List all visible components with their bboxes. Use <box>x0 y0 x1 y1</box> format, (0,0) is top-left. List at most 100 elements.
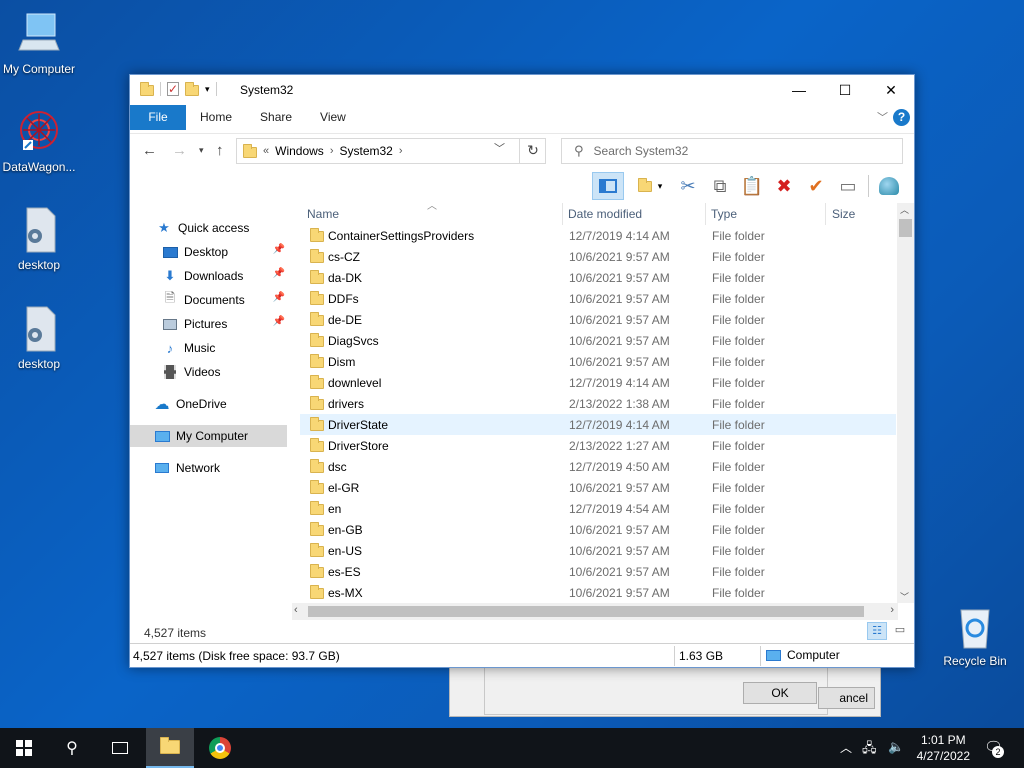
nav-item-documents[interactable]: 🗎 Documents 📌 <box>130 289 287 311</box>
horizontal-scrollbar[interactable]: ‹ › <box>292 603 898 620</box>
table-row[interactable]: es-ES 10/6/2021 9:57 AM File folder <box>300 561 896 582</box>
volume-icon[interactable]: 🔈 <box>888 739 904 768</box>
nav-item-quick-access[interactable]: ★ Quick access <box>130 217 287 239</box>
vertical-scrollbar[interactable]: ︿ ﹀ <box>897 203 914 603</box>
clock[interactable]: 1:01 PM 4/27/2022 <box>917 732 970 764</box>
nav-item-my-computer[interactable]: My Computer <box>130 425 287 447</box>
customize-qat-icon[interactable]: ▾ <box>205 84 210 95</box>
new-folder-icon[interactable] <box>185 82 199 96</box>
cancel-button[interactable]: ancel <box>818 687 875 709</box>
maximize-button[interactable]: ☐ <box>822 75 868 105</box>
help-icon[interactable]: ? <box>893 109 910 126</box>
breadcrumb-system32[interactable]: System32 <box>339 144 392 158</box>
column-divider[interactable] <box>705 203 706 225</box>
table-row[interactable]: el-GR 10/6/2021 9:57 AM File folder <box>300 477 896 498</box>
table-row[interactable]: DriverStore 2/13/2022 1:27 AM File folder <box>300 435 896 456</box>
table-row[interactable]: de-DE 10/6/2021 9:57 AM File folder <box>300 309 896 330</box>
nav-item-desktop[interactable]: Desktop 📌 <box>130 241 287 263</box>
up-arrow-icon[interactable]: ↑ <box>216 142 224 159</box>
table-row[interactable]: da-DK 10/6/2021 9:57 AM File folder <box>300 267 896 288</box>
file-date: 10/6/2021 9:57 AM <box>569 334 670 348</box>
large-icons-view-icon[interactable]: ▭ <box>890 622 910 640</box>
column-divider[interactable] <box>825 203 826 225</box>
scroll-right-icon[interactable]: › <box>890 604 894 616</box>
taskbar-chrome[interactable] <box>196 728 244 768</box>
copy-icon[interactable]: ⧉ <box>708 174 732 198</box>
table-row[interactable]: DiagSvcs 10/6/2021 9:57 AM File folder <box>300 330 896 351</box>
chevron-down-icon[interactable]: ﹀ <box>494 140 505 156</box>
table-row[interactable]: es-MX 10/6/2021 9:57 AM File folder <box>300 582 896 603</box>
breadcrumb-overflow[interactable]: « <box>263 145 269 157</box>
network-icon[interactable]: 🖧 <box>862 739 877 768</box>
scroll-left-icon[interactable]: ‹ <box>294 604 298 616</box>
close-button[interactable]: ✕ <box>868 75 914 105</box>
start-button[interactable] <box>0 728 48 768</box>
scrollbar-thumb[interactable] <box>308 606 864 617</box>
table-row[interactable]: en 12/7/2019 4:54 AM File folder <box>300 498 896 519</box>
breadcrumb-separator[interactable]: › <box>330 145 334 157</box>
back-arrow-icon[interactable]: ← <box>142 142 157 159</box>
table-row[interactable]: dsc 12/7/2019 4:50 AM File folder <box>300 456 896 477</box>
table-row[interactable]: ContainerSettingsProviders 12/7/2019 4:14… <box>300 225 896 246</box>
desktop-icon-desktop-2[interactable]: desktop <box>0 305 81 371</box>
task-view-icon[interactable] <box>96 728 144 768</box>
search-icon[interactable]: ⚲ <box>48 728 96 768</box>
desktop-icon-my-computer[interactable]: My Computer <box>0 10 81 76</box>
table-row[interactable]: DDFs 10/6/2021 9:57 AM File folder <box>300 288 896 309</box>
pin-icon[interactable]: 📌 <box>273 292 285 303</box>
column-header-size[interactable]: Size <box>832 207 855 221</box>
checkmark-icon[interactable]: ✔ <box>804 174 828 198</box>
rename-icon[interactable]: ▭ <box>836 174 860 198</box>
search-input[interactable]: ⚲ Search System32 <box>561 138 903 164</box>
expand-ribbon-icon[interactable]: ﹀ <box>877 109 888 125</box>
table-row[interactable]: downlevel 12/7/2019 4:14 AM File folder <box>300 372 896 393</box>
desktop-icon-recycle-bin[interactable]: Recycle Bin <box>933 602 1017 668</box>
table-row[interactable]: DriverState 12/7/2019 4:14 AM File folder <box>300 414 896 435</box>
pin-icon[interactable]: 📌 <box>273 268 285 279</box>
desktop-icon-desktop-1[interactable]: desktop <box>0 206 81 272</box>
taskbar-file-explorer[interactable] <box>146 728 194 768</box>
new-folder-dropdown-icon[interactable]: ▾ <box>632 174 668 198</box>
minimize-button[interactable]: — <box>776 75 822 105</box>
table-row[interactable]: drivers 2/13/2022 1:38 AM File folder <box>300 393 896 414</box>
nav-item-downloads[interactable]: ⬇ Downloads 📌 <box>130 265 287 287</box>
properties-icon[interactable]: ✓ <box>167 82 179 96</box>
desktop-icon-datawagon[interactable]: DataWagon... <box>0 108 81 174</box>
refresh-icon[interactable]: ↻ <box>519 138 546 164</box>
notifications-icon[interactable]: 🗨2 <box>984 738 1004 768</box>
details-view-icon[interactable]: ☷ <box>867 622 887 640</box>
nav-item-network[interactable]: Network <box>130 457 287 479</box>
tab-share[interactable]: Share <box>246 105 306 130</box>
breadcrumb-separator[interactable]: › <box>399 145 403 157</box>
paste-icon[interactable]: 📋 <box>740 174 764 198</box>
scroll-up-icon[interactable]: ︿ <box>900 203 909 216</box>
column-header-date[interactable]: Date modified <box>568 207 642 221</box>
cut-icon[interactable]: ✂ <box>676 174 700 198</box>
nav-item-pictures[interactable]: Pictures 📌 <box>130 313 287 335</box>
preview-pane-icon[interactable] <box>592 172 624 200</box>
recent-locations-icon[interactable]: ▾ <box>199 145 204 156</box>
breadcrumb-windows[interactable]: Windows <box>275 144 324 158</box>
table-row[interactable]: en-GB 10/6/2021 9:57 AM File folder <box>300 519 896 540</box>
forward-arrow-icon[interactable]: → <box>172 142 187 159</box>
tab-file[interactable]: File <box>130 105 186 130</box>
table-row[interactable]: cs-CZ 10/6/2021 9:57 AM File folder <box>300 246 896 267</box>
table-row[interactable]: Dism 10/6/2021 9:57 AM File folder <box>300 351 896 372</box>
nav-item-videos[interactable]: Videos <box>130 361 287 383</box>
pin-icon[interactable]: 📌 <box>273 316 285 327</box>
nav-item-onedrive[interactable]: ☁ OneDrive <box>130 393 287 415</box>
column-divider[interactable] <box>562 203 563 225</box>
nav-item-music[interactable]: ♪ Music <box>130 337 287 359</box>
scroll-down-icon[interactable]: ﹀ <box>900 590 909 603</box>
column-header-name[interactable]: Name <box>307 207 339 221</box>
ok-button[interactable]: OK <box>743 682 817 704</box>
table-row[interactable]: en-US 10/6/2021 9:57 AM File folder <box>300 540 896 561</box>
tray-chevron-icon[interactable]: ︿ <box>840 739 852 768</box>
pin-icon[interactable]: 📌 <box>273 244 285 255</box>
delete-icon[interactable]: ✖ <box>772 174 796 198</box>
tab-view[interactable]: View <box>306 105 360 130</box>
tab-home[interactable]: Home <box>186 105 246 130</box>
shell-icon[interactable] <box>877 174 901 198</box>
column-header-type[interactable]: Type <box>711 207 737 221</box>
scrollbar-thumb[interactable] <box>899 219 912 237</box>
